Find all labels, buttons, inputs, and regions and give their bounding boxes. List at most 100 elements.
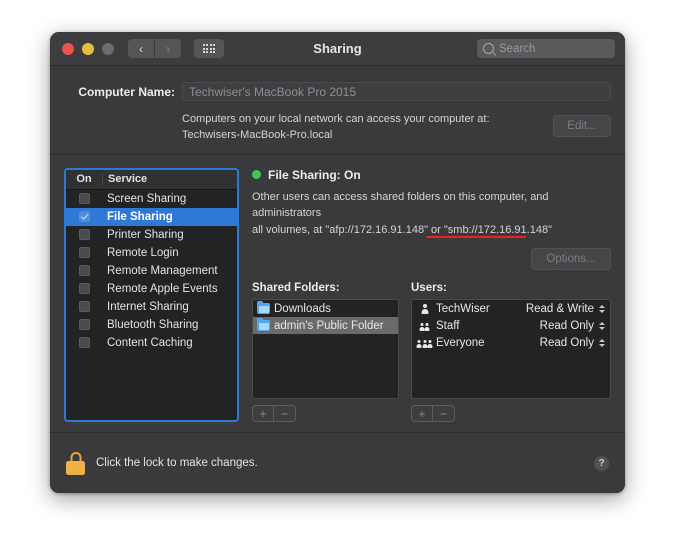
traffic-light-group [62, 42, 114, 55]
detail-description-line-2: all volumes, at "afp://172.16.91.148" or… [252, 222, 552, 239]
service-checkbox-remote-login[interactable] [78, 247, 90, 259]
zoom-button [102, 42, 114, 55]
service-label-remote-management: Remote Management [107, 264, 218, 277]
add-user-button[interactable]: + [411, 405, 433, 422]
three-person-icon [416, 336, 433, 349]
permission-value-staff: Read Only [539, 319, 594, 332]
computer-name-description-row: Computers on your local network can acce… [50, 112, 625, 144]
detail-description-line-2-text: all volumes, at "afp://172.16.91.148" or… [252, 223, 552, 236]
user-name-techwiser: TechWiser [436, 302, 490, 315]
service-row-screen-sharing[interactable]: Screen Sharing [66, 190, 237, 208]
options-button[interactable]: Options... [531, 248, 611, 271]
grid-view-icon [202, 43, 216, 54]
search-field[interactable]: Search [477, 39, 615, 58]
computer-name-section: Computer Name: Techwiser's MacBook Pro 2… [50, 66, 625, 155]
lock-hint-text: Click the lock to make changes. [96, 457, 258, 469]
service-row-content-caching[interactable]: Content Caching [66, 334, 237, 352]
services-table[interactable]: On Service Screen Sharing File Sharing P… [64, 167, 239, 422]
window-footer: Click the lock to make changes. ? [50, 432, 625, 493]
shared-folders-list[interactable]: Downloads admin's Public Folder [252, 299, 399, 399]
service-row-internet-sharing[interactable]: Internet Sharing [66, 298, 237, 316]
minimize-button[interactable] [82, 42, 94, 55]
service-checkbox-screen-sharing[interactable] [78, 193, 90, 205]
show-all-preferences-button[interactable] [194, 39, 224, 58]
permission-dropdown-everyone[interactable]: Read Only [540, 337, 610, 349]
permission-value-techwiser: Read & Write [525, 302, 594, 315]
close-button[interactable] [62, 42, 74, 55]
service-checkbox-printer-sharing[interactable] [78, 229, 90, 241]
service-checkbox-bluetooth-sharing[interactable] [78, 319, 90, 331]
file-sharing-detail-pane: File Sharing: On Other users can access … [252, 168, 611, 422]
shared-folders-buttons-row: + − [252, 405, 399, 422]
shared-folder-row-public[interactable]: admin's Public Folder [253, 317, 398, 335]
computer-name-label: Computer Name: [78, 84, 175, 99]
computer-name-input[interactable]: Techwiser's MacBook Pro 2015 [182, 82, 611, 101]
service-checkbox-file-sharing[interactable] [78, 211, 90, 223]
help-button[interactable]: ? [594, 455, 609, 471]
chevron-updown-icon [599, 322, 605, 330]
users-column: Users: TechWiser Read & Write Staff Read… [411, 282, 611, 422]
permission-dropdown-staff[interactable]: Read Only [540, 320, 610, 332]
service-checkbox-internet-sharing[interactable] [78, 301, 90, 313]
shared-folder-row-downloads[interactable]: Downloads [253, 300, 398, 317]
single-person-icon [416, 302, 433, 315]
smb-url-red-underline-annotation [426, 235, 526, 239]
search-icon [483, 43, 494, 54]
search-placeholder: Search [499, 42, 536, 55]
service-label-printer-sharing: Printer Sharing [107, 228, 184, 241]
shared-folders-label: Shared Folders: [252, 282, 340, 295]
detail-description-line-1: Other users can access shared folders on… [252, 190, 549, 220]
computer-name-row: Computer Name: Techwiser's MacBook Pro 2… [50, 82, 625, 101]
service-checkbox-content-caching[interactable] [78, 337, 90, 349]
service-label-remote-apple-events: Remote Apple Events [107, 282, 218, 295]
user-name-everyone: Everyone [436, 336, 485, 349]
users-list[interactable]: TechWiser Read & Write Staff Read Only E… [411, 299, 611, 399]
service-checkbox-remote-apple-events[interactable] [78, 283, 90, 295]
computer-name-description: Computers on your local network can acce… [182, 112, 543, 144]
service-label-internet-sharing: Internet Sharing [107, 300, 189, 313]
user-row-techwiser[interactable]: TechWiser Read & Write [412, 300, 610, 317]
service-row-file-sharing[interactable]: File Sharing [66, 207, 237, 226]
service-row-remote-login[interactable]: Remote Login [66, 244, 237, 262]
service-row-remote-apple-events[interactable]: Remote Apple Events [66, 280, 237, 298]
folder-icon [257, 317, 270, 332]
service-label-bluetooth-sharing: Bluetooth Sharing [107, 318, 199, 331]
forward-button: › [155, 39, 181, 58]
service-label-content-caching: Content Caching [107, 336, 193, 349]
add-shared-folder-button[interactable]: + [252, 405, 274, 422]
services-table-header: On Service [66, 169, 237, 190]
shared-folder-name-downloads: Downloads [274, 302, 331, 315]
column-header-on: On [76, 173, 92, 186]
status-indicator-dot [252, 170, 261, 180]
edit-button[interactable]: Edit... [553, 115, 611, 137]
window-titlebar: ‹ › Sharing Search [50, 32, 625, 66]
user-row-staff[interactable]: Staff Read Only [412, 317, 610, 334]
main-content: On Service Screen Sharing File Sharing P… [50, 154, 625, 422]
service-row-remote-management[interactable]: Remote Management [66, 262, 237, 280]
service-label-screen-sharing: Screen Sharing [107, 192, 187, 205]
service-row-bluetooth-sharing[interactable]: Bluetooth Sharing [66, 316, 237, 334]
service-label-remote-login: Remote Login [107, 246, 179, 259]
description-line-2: Techwisers-MacBook-Pro.local [182, 128, 333, 141]
shared-folders-column: Shared Folders: Downloads admin's Public… [252, 282, 399, 422]
remove-user-button[interactable]: − [433, 405, 455, 422]
options-row: Options... [252, 248, 611, 271]
two-person-icon [416, 319, 433, 332]
description-line-1: Computers on your local network can acce… [182, 113, 490, 125]
shared-folder-name-public: admin's Public Folder [274, 319, 384, 332]
services-pane: On Service Screen Sharing File Sharing P… [64, 167, 239, 422]
users-label: Users: [411, 282, 447, 295]
back-button[interactable]: ‹ [128, 39, 154, 58]
status-row: File Sharing: On [252, 168, 611, 182]
user-row-everyone[interactable]: Everyone Read Only [412, 334, 610, 351]
permission-value-everyone: Read Only [539, 336, 594, 349]
folder-icon [257, 300, 270, 315]
permission-dropdown-techwiser[interactable]: Read & Write [526, 303, 610, 315]
folders-and-users-row: Shared Folders: Downloads admin's Public… [252, 282, 611, 422]
chevron-updown-icon [599, 305, 605, 313]
remove-shared-folder-button[interactable]: − [274, 405, 296, 422]
file-sharing-description: Other users can access shared folders on… [252, 189, 611, 239]
lock-closed-icon[interactable] [66, 451, 85, 475]
service-row-printer-sharing[interactable]: Printer Sharing [66, 226, 237, 244]
service-checkbox-remote-management[interactable] [78, 265, 90, 277]
